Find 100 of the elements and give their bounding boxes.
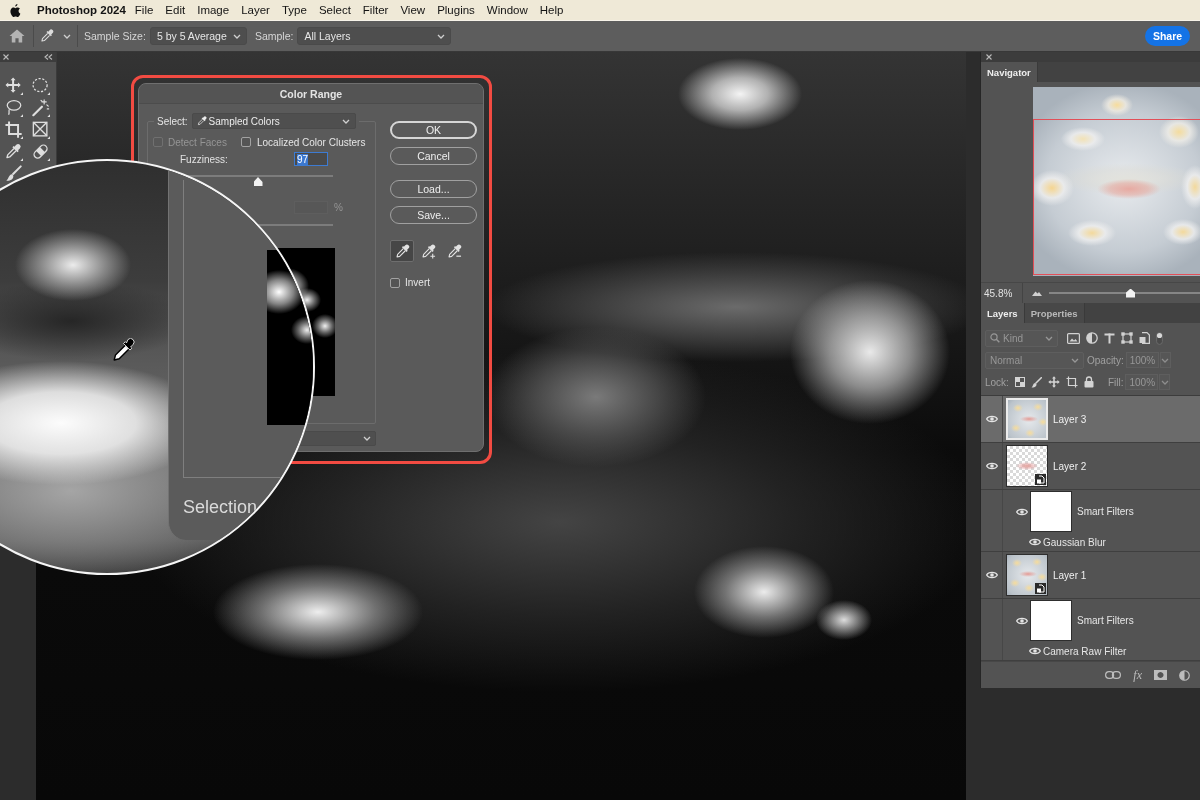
percent-label: % xyxy=(334,202,343,213)
sample-dropdown[interactable]: All Layers xyxy=(297,27,452,45)
slider-thumb[interactable] xyxy=(253,177,263,186)
magnified-label: Selection xyxy=(183,496,259,518)
brush-icon[interactable] xyxy=(1030,376,1042,388)
eyedropper-icon[interactable] xyxy=(4,143,23,161)
menu-item[interactable]: File xyxy=(134,4,154,16)
menu-item[interactable]: Edit xyxy=(165,4,186,16)
slider-thumb[interactable] xyxy=(1126,288,1136,298)
document-badge-icon xyxy=(1035,583,1046,594)
filter-name[interactable]: Camera Raw Filter xyxy=(1043,645,1127,657)
layer-row[interactable]: Layer 1 xyxy=(981,552,1200,599)
eyedropper-icon[interactable] xyxy=(40,29,54,43)
move-tool-icon[interactable] xyxy=(4,77,23,95)
search-icon xyxy=(990,333,1000,343)
eye-icon[interactable] xyxy=(985,415,998,423)
app-menu[interactable]: Photoshop 2024 xyxy=(37,4,126,16)
layer-row[interactable]: Layer 3 xyxy=(981,396,1200,443)
mountain-icon[interactable] xyxy=(1032,290,1042,296)
fuzziness-label: Fuzziness: xyxy=(180,153,228,165)
brush-icon[interactable] xyxy=(4,165,23,183)
link-icon[interactable] xyxy=(1105,671,1122,679)
select-label: Select: xyxy=(157,115,188,127)
ellipse-marquee-icon[interactable] xyxy=(31,77,50,95)
checkbox[interactable] xyxy=(241,137,251,147)
sample-size-dropdown[interactable]: 5 by 5 Average xyxy=(149,27,247,45)
half-circle-icon[interactable] xyxy=(1179,669,1190,681)
apple-icon[interactable] xyxy=(10,3,21,17)
caret-icon xyxy=(1161,357,1170,363)
crossed-square-icon[interactable] xyxy=(31,121,50,139)
share-button[interactable]: Share xyxy=(1145,26,1190,46)
padlock-icon[interactable] xyxy=(1083,376,1094,388)
page-icon[interactable] xyxy=(1139,332,1150,344)
layer-row[interactable]: Layer 2 xyxy=(981,443,1200,490)
crop-icon[interactable] xyxy=(4,121,23,139)
crop-marks-icon[interactable] xyxy=(1065,376,1078,388)
sample-size-label: Sample Size: xyxy=(84,30,146,42)
eyedropper-icon xyxy=(196,116,207,126)
eye-icon[interactable] xyxy=(1029,538,1041,546)
double-chevron-icon[interactable] xyxy=(44,54,53,60)
document-badge-icon xyxy=(1035,474,1046,485)
menu-item[interactable]: View xyxy=(400,4,426,16)
mask-icon[interactable] xyxy=(1154,670,1167,680)
fx-button[interactable]: fx xyxy=(1133,667,1142,683)
close-icon[interactable] xyxy=(986,54,992,60)
eye-icon[interactable] xyxy=(1016,507,1028,516)
magic-wand-icon[interactable] xyxy=(31,99,50,117)
checkbox-label[interactable]: Localized Color Clusters xyxy=(257,136,366,148)
eyedropper-tool-button[interactable] xyxy=(390,240,414,262)
layer-name: Layer 3 xyxy=(1053,413,1087,425)
menu-item[interactable]: Image xyxy=(197,4,230,16)
filter-mask-thumbnail xyxy=(1030,600,1072,641)
lasso-icon[interactable] xyxy=(4,99,23,117)
eye-icon[interactable] xyxy=(1016,616,1028,625)
eye-icon[interactable] xyxy=(985,462,998,470)
checkbox[interactable] xyxy=(390,277,400,288)
eyedropper-minus-icon xyxy=(446,243,462,259)
toggle-switch-icon[interactable] xyxy=(1156,331,1163,345)
image-icon[interactable] xyxy=(1067,332,1080,344)
eyedropper-icon xyxy=(394,243,410,259)
smart-filters-label: Smart Filters xyxy=(1077,615,1134,626)
fuzziness-value[interactable]: 97 xyxy=(297,153,309,165)
caret-icon xyxy=(63,33,71,39)
layer-name: Layer 1 xyxy=(1053,569,1087,581)
home-icon[interactable] xyxy=(9,29,25,43)
panel-tab[interactable]: Layers xyxy=(981,303,1025,323)
select-dropdown[interactable]: Sampled Colors xyxy=(191,113,356,129)
navigator-tab[interactable]: Navigator xyxy=(981,62,1038,82)
smart-filters-label: Smart Filters xyxy=(1077,506,1134,517)
sample-label: Sample: xyxy=(254,30,294,42)
menu-item[interactable]: Layer xyxy=(241,4,270,16)
eye-icon[interactable] xyxy=(985,571,998,579)
filter-name[interactable]: Gaussian Blur xyxy=(1043,536,1106,548)
fuzziness-field[interactable]: 97 xyxy=(294,152,328,166)
eyedropper-cursor-icon xyxy=(112,338,136,363)
checkbox-label[interactable]: Invert xyxy=(405,277,430,288)
menu-item[interactable]: Type xyxy=(281,4,307,16)
menu-item[interactable]: Window xyxy=(486,4,528,16)
half-circle-icon[interactable] xyxy=(1086,332,1098,344)
filter-mask-thumbnail xyxy=(1030,491,1072,532)
caret-icon xyxy=(232,33,241,39)
move-arrows-icon[interactable] xyxy=(1047,376,1060,388)
menu-item[interactable]: Help xyxy=(539,4,564,16)
menu-item[interactable]: Filter xyxy=(362,4,389,16)
menu-item[interactable]: Plugins xyxy=(437,4,475,16)
caret-icon xyxy=(437,33,446,39)
checkerboard-icon[interactable] xyxy=(1014,377,1025,387)
menu-item[interactable]: Select xyxy=(318,4,351,16)
caret-icon xyxy=(1160,379,1169,385)
dialog-button[interactable]: OK xyxy=(390,121,477,139)
eyedropper-plus-icon xyxy=(420,243,436,259)
handles-square-icon[interactable] xyxy=(1121,332,1133,344)
eye-icon[interactable] xyxy=(1029,647,1041,655)
type-icon[interactable] xyxy=(1104,332,1115,344)
bandage-icon[interactable] xyxy=(31,143,50,161)
layer-name: Layer 2 xyxy=(1053,460,1087,472)
opacity-label: Opacity: xyxy=(1087,354,1124,366)
panel-tab[interactable]: Properties xyxy=(1024,303,1085,323)
dialog-title: Color Range xyxy=(139,84,483,104)
close-icon[interactable] xyxy=(3,54,9,60)
